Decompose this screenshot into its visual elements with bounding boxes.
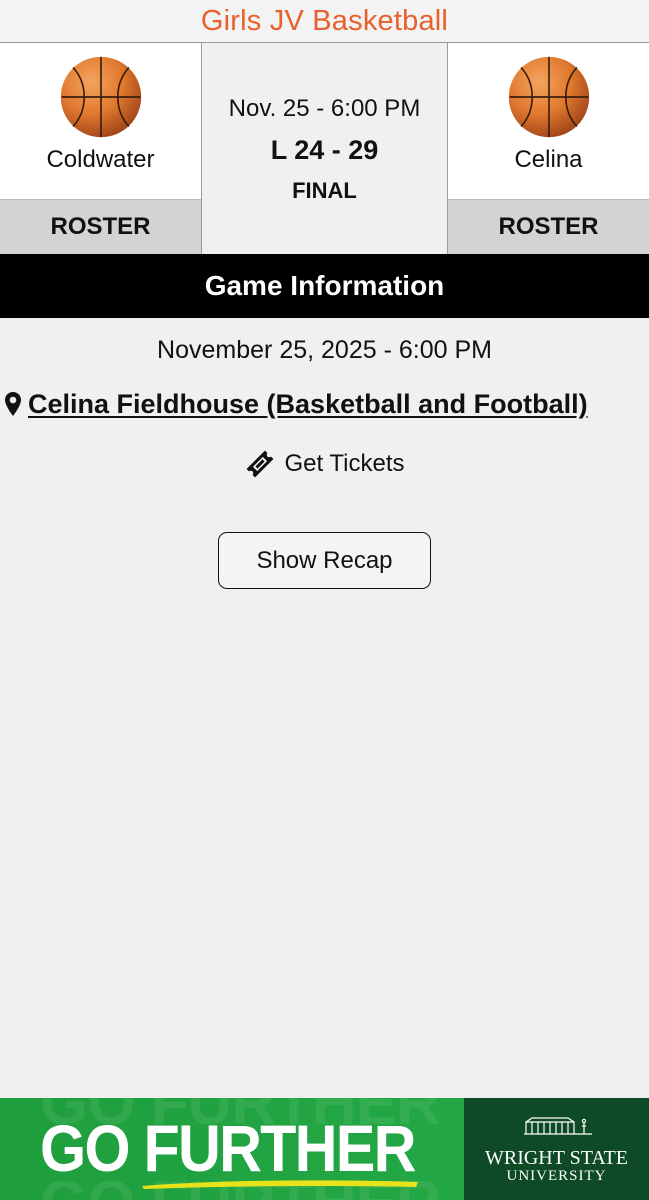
map-pin-icon	[5, 392, 21, 416]
page-title: Girls JV Basketball	[200, 4, 449, 37]
swoosh-icon	[142, 1180, 418, 1189]
get-tickets-link[interactable]: Get Tickets	[0, 446, 649, 482]
sponsor-subtitle: UNIVERSITY	[506, 1168, 607, 1184]
away-roster-button[interactable]: ROSTER	[448, 199, 649, 254]
ad-graphic: GO FURTHER GO FURTHER GO FURTHER	[0, 1098, 464, 1200]
sponsor-name: WRIGHT STATE	[484, 1147, 629, 1169]
game-date-text: November 25, 2025 - 6:00 PM	[157, 336, 492, 364]
away-team-panel: Celina ROSTER	[448, 43, 649, 254]
home-team-name: Coldwater	[46, 146, 155, 173]
game-summary: Nov. 25 - 6:00 PM L 24 - 29 FINAL	[201, 43, 448, 254]
basketball-icon	[508, 56, 589, 138]
show-recap-button[interactable]: Show Recap	[218, 532, 431, 589]
game-status: FINAL	[292, 178, 357, 203]
game-datetime: Nov. 25 - 6:00 PM	[228, 95, 421, 122]
sponsor-logo: WRIGHT STATE UNIVERSITY	[464, 1098, 649, 1200]
ticket-icon	[247, 450, 274, 478]
page-header: Girls JV Basketball	[0, 0, 649, 43]
game-information-header: Game Information	[0, 254, 649, 318]
tickets-label: Get Tickets	[284, 450, 405, 477]
away-team-card[interactable]: Celina	[448, 43, 649, 199]
basketball-icon	[60, 56, 141, 138]
venue-row: Celina Fieldhouse (Basketball and Footba…	[0, 384, 649, 424]
home-roster-button[interactable]: ROSTER	[0, 199, 201, 254]
game-score: L 24 - 29	[270, 135, 379, 165]
home-team-panel: Coldwater ROSTER	[0, 43, 201, 254]
home-team-card[interactable]: Coldwater	[0, 43, 201, 199]
building-icon	[524, 1117, 592, 1135]
away-team-name: Celina	[514, 146, 583, 173]
ad-headline: GO FURTHER	[40, 1111, 416, 1185]
section-title: Game Information	[204, 270, 445, 301]
venue-link[interactable]: Celina Fieldhouse (Basketball and Footba…	[28, 389, 588, 420]
ad-banner[interactable]: GO FURTHER GO FURTHER GO FURTHER WRIGHT …	[0, 1098, 649, 1200]
